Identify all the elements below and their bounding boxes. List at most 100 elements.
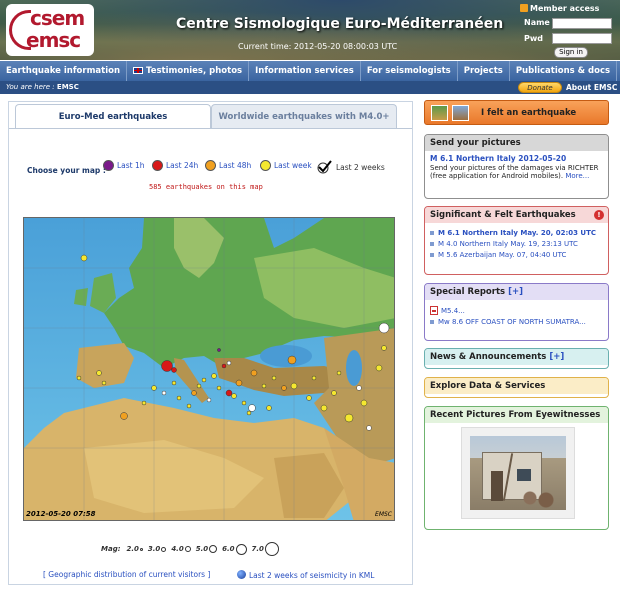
sign-in-button[interactable]: Sign in — [554, 47, 588, 58]
breadcrumb: You are here : EMSC — [6, 83, 79, 91]
earthquake-count: 585 earthquakes on this map — [149, 183, 263, 191]
mag-circle-icon — [139, 547, 143, 551]
kml-link[interactable]: Last 2 weeks of seismicity in KML — [237, 570, 374, 580]
mag-value: 3.0 — [147, 545, 161, 553]
significant-title-text: Significant & Felt Earthquakes — [430, 210, 576, 220]
breadcrumb-emsc[interactable]: EMSC — [57, 83, 79, 91]
send-pictures-box: Send your pictures M 6.1 Northern Italy … — [424, 134, 609, 199]
legend-last-1h[interactable]: Last 1h — [103, 160, 145, 171]
nav-information-services[interactable]: Information services — [249, 61, 361, 81]
member-login: Member access Name Pwd Sign in — [520, 4, 616, 58]
earthquake-map-panel: Euro-Med earthquakes Worldwide earthquak… — [8, 101, 413, 585]
list-item[interactable]: M 6.1 Northern Italy May. 20, 02:03 UTC — [430, 229, 603, 237]
legend-last-week[interactable]: Last week — [260, 160, 312, 171]
damaged-house-image — [470, 436, 566, 510]
felt-thumbnail-icon — [431, 105, 448, 121]
donate-button[interactable]: Donate — [518, 82, 562, 93]
legend-last-48h[interactable]: Last 48h — [205, 160, 251, 171]
felt-thumbnail-icon — [452, 105, 469, 121]
legend-label: Last week — [274, 161, 312, 170]
logo-text-bottom: emsc — [26, 28, 81, 52]
significant-earthquakes-box: Significant & Felt Earthquakes! M 6.1 No… — [424, 206, 609, 275]
more-link[interactable]: More... — [565, 172, 589, 180]
mag-item: 6.0 — [222, 543, 247, 555]
magnitude-title: Mag: — [101, 545, 121, 553]
bullet-icon — [430, 320, 434, 324]
mag-item: 3.0 — [147, 545, 167, 553]
mag-value: 5.0 — [195, 545, 209, 553]
alert-icon[interactable]: ! — [594, 210, 604, 220]
mag-value: 7.0 — [251, 545, 264, 553]
mag-circle-icon — [235, 543, 247, 555]
nav-publications-docs[interactable]: Publications & docs — [510, 61, 618, 81]
recent-title: Recent Pictures From Eyewitnesses — [425, 407, 608, 423]
eq-label: M 6.1 Northern Italy May. 20, 02:03 UTC — [438, 229, 597, 237]
about-emsc-link[interactable]: About EMSC — [566, 83, 617, 92]
nav-testimonies-label: Testimonies, photos — [146, 66, 243, 76]
legend-last-24h[interactable]: Last 24h — [152, 160, 198, 171]
tab-euro-med[interactable]: Euro-Med earthquakes — [15, 104, 211, 128]
red-dot-icon — [152, 160, 163, 171]
list-item[interactable]: M 4.0 Northern Italy May. 19, 23:13 UTC — [430, 240, 603, 248]
nav-for-seismologists[interactable]: For seismologists — [361, 61, 458, 81]
special-title-text: Special Reports — [430, 287, 506, 297]
bullet-icon — [430, 253, 434, 257]
explore-title: Explore Data & Services — [425, 378, 608, 394]
name-input[interactable] — [552, 18, 612, 29]
site-header: csem emsc Centre Sismologique Euro-Médit… — [0, 0, 620, 60]
send-pictures-title: Send your pictures — [425, 135, 608, 151]
lock-icon — [520, 4, 528, 12]
nav-earthquake-information[interactable]: Earthquake information — [0, 61, 128, 81]
news-expand-button[interactable]: [+] — [549, 352, 564, 362]
legend-last-2-weeks[interactable]: Last 2 weeks — [317, 160, 385, 174]
pwd-label: Pwd — [524, 34, 543, 43]
news-title-text: News & Announcements — [430, 352, 547, 362]
explore-box[interactable]: Explore Data & Services — [424, 377, 609, 398]
news-box[interactable]: News & Announcements [+] — [424, 348, 609, 369]
breadcrumb-bar: You are here : EMSC Donate About EMSC — [0, 81, 620, 94]
yellow-dot-icon — [260, 160, 271, 171]
globe-icon — [237, 570, 246, 579]
list-item[interactable]: M5.4... — [430, 306, 603, 315]
eyewitness-photo[interactable] — [461, 427, 575, 519]
pictures-headline[interactable]: M 6.1 Northern Italy 2012-05-20 — [430, 154, 603, 163]
special-expand-button[interactable]: [+] — [508, 287, 523, 297]
mag-circle-icon — [209, 545, 218, 553]
emsc-logo[interactable]: csem emsc — [6, 4, 94, 56]
nav-projects[interactable]: Projects — [458, 61, 510, 81]
mag-item: 7.0 — [252, 542, 279, 556]
legend-label: Last 1h — [117, 161, 145, 170]
window-shape — [517, 469, 531, 481]
mag-circle-icon — [264, 542, 279, 556]
door-shape — [491, 471, 503, 501]
tab-worldwide[interactable]: Worldwide earthquakes with M4.0+ — [211, 104, 397, 128]
list-item[interactable]: M 5.6 Azerbaijan May. 07, 04:40 UTC — [430, 251, 603, 259]
felt-earthquake-button[interactable]: I felt an earthquake — [424, 100, 609, 125]
you-are-here-label: You are here : — [6, 83, 55, 91]
seismicity-map[interactable]: 2012-05-20 07:58 EMSC — [23, 217, 395, 521]
purple-dot-icon — [103, 160, 114, 171]
site-title: Centre Sismologique Euro-Méditerranéen — [176, 16, 504, 32]
send-pictures-body: M 6.1 Northern Italy 2012-05-20 Send you… — [425, 151, 608, 183]
mag-value: 2.0 — [126, 545, 139, 553]
visitors-distribution-link[interactable]: [ Geographic distribution of current vis… — [43, 570, 210, 579]
logo-text-top: csem — [30, 6, 85, 30]
news-title: News & Announcements [+] — [425, 349, 608, 365]
recent-pictures-box: Recent Pictures From Eyewitnesses — [424, 406, 609, 530]
pdf-icon — [430, 306, 438, 315]
list-item[interactable]: Mw 8.6 OFF COAST OF NORTH SUMATRA... — [430, 318, 603, 326]
report-label: Mw 8.6 OFF COAST OF NORTH SUMATRA... — [438, 318, 586, 326]
map-credit: EMSC — [375, 511, 392, 518]
legend-label: Last 48h — [219, 161, 252, 170]
special-list: M5.4... Mw 8.6 OFF COAST OF NORTH SUMATR… — [425, 300, 608, 332]
crack-shape — [502, 453, 514, 501]
nav-testimonies-photos[interactable]: Testimonies, photos — [127, 61, 250, 81]
current-time: Current time: 2012-05-20 08:00:03 UTC — [238, 42, 398, 51]
legend-label: Last 24h — [166, 161, 199, 170]
map-date-stamp: 2012-05-20 07:58 — [26, 510, 96, 518]
password-input[interactable] — [552, 33, 612, 44]
special-title: Special Reports [+] — [425, 284, 608, 300]
tab-divider — [9, 128, 412, 129]
mag-item: 5.0 — [195, 545, 218, 553]
mag-circle-icon — [184, 546, 191, 552]
